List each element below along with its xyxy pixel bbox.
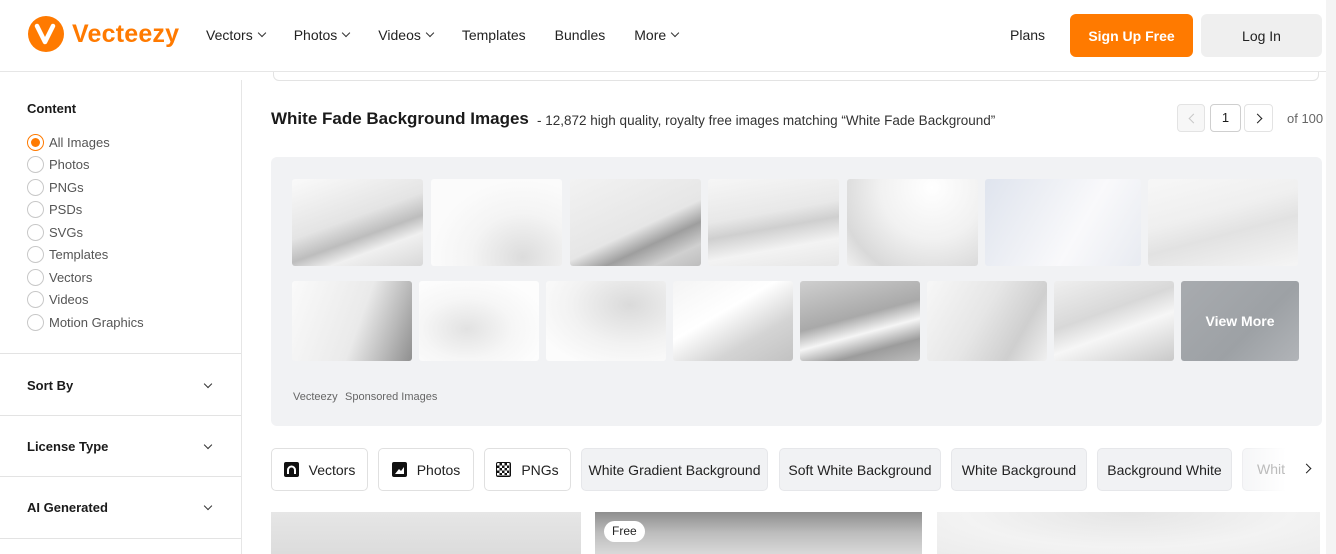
filter-photos[interactable]: Photos (27, 156, 89, 173)
divider (0, 415, 241, 416)
sponsored-thumbnail[interactable] (546, 281, 666, 361)
sponsored-thumbnail[interactable] (292, 179, 423, 266)
sponsored-thumbnail[interactable] (292, 281, 412, 361)
radio-icon[interactable] (27, 314, 44, 331)
chevron-left-icon (1188, 113, 1199, 124)
view-more-button[interactable]: View More (1181, 281, 1299, 361)
radio-icon[interactable] (27, 291, 44, 308)
nav-more[interactable]: More (634, 27, 680, 43)
truncated-chip-label: Whit (1257, 461, 1285, 477)
next-page-button[interactable] (1244, 104, 1273, 132)
radio-icon[interactable] (27, 179, 44, 196)
radio-checked-icon[interactable] (27, 134, 44, 151)
png-icon (496, 462, 512, 477)
top-header: Vecteezy Vectors Photos Videos Templates… (0, 0, 1336, 72)
nav-videos[interactable]: Videos (378, 27, 435, 43)
search-bar-edge[interactable] (273, 72, 1319, 81)
related-search-chip[interactable]: White Background (951, 448, 1087, 491)
page-total: of 100 (1287, 111, 1324, 126)
sponsored-thumbnail[interactable] (927, 281, 1047, 361)
filter-pngs[interactable]: PNGs (27, 179, 84, 196)
filter-videos[interactable]: Videos (27, 291, 89, 308)
result-thumbnail[interactable] (937, 512, 1320, 554)
page-scrollbar[interactable] (1326, 0, 1336, 554)
sort-by-toggle[interactable]: Sort By (27, 378, 73, 393)
related-search-chip[interactable]: Background White (1097, 448, 1232, 491)
ai-generated-toggle[interactable]: AI Generated (27, 500, 108, 515)
page-number-input[interactable]: 1 (1210, 104, 1241, 132)
sponsored-thumbnail[interactable] (847, 179, 978, 266)
related-search-chip[interactable]: Soft White Background (779, 448, 941, 491)
result-thumbnail[interactable] (271, 512, 581, 554)
results-count: - 12,872 high quality, royalty free imag… (537, 113, 996, 128)
nav-photos[interactable]: Photos (294, 27, 351, 43)
chevron-down-icon (670, 28, 680, 38)
license-type-toggle[interactable]: License Type (27, 439, 108, 454)
filter-svgs[interactable]: SVGs (27, 224, 83, 241)
free-badge: Free (604, 521, 645, 542)
logo[interactable]: Vecteezy (28, 16, 179, 52)
sign-up-button[interactable]: Sign Up Free (1070, 14, 1193, 57)
chip-vectors[interactable]: Vectors (271, 448, 368, 491)
chip-photos[interactable]: Photos (378, 448, 474, 491)
sponsored-thumbnail[interactable] (1054, 281, 1174, 361)
logo-text: Vecteezy (72, 19, 180, 48)
chevron-down-icon[interactable] (203, 379, 213, 389)
filter-sidebar: Content All Images Photos PNGs PSDs SVGs… (0, 80, 242, 554)
photo-icon (391, 462, 407, 477)
chevron-down-icon (342, 28, 351, 38)
chevron-down-icon[interactable] (203, 501, 213, 511)
radio-icon[interactable] (27, 224, 44, 241)
chevron-right-icon (1252, 113, 1263, 124)
nav-bundles[interactable]: Bundles (555, 27, 606, 43)
filter-all-images[interactable]: All Images (27, 134, 110, 151)
related-search-chip[interactable]: White Gradient Background (581, 448, 768, 491)
nav-templates[interactable]: Templates (462, 27, 526, 43)
radio-icon[interactable] (27, 156, 44, 173)
sponsored-thumbnail[interactable] (1148, 179, 1298, 266)
sponsor-brand[interactable]: Vecteezy (293, 391, 338, 403)
radio-icon[interactable] (27, 269, 44, 286)
filter-templates[interactable]: Templates (27, 246, 108, 263)
log-in-button[interactable]: Log In (1201, 14, 1322, 57)
content-filter-title: Content (27, 101, 77, 116)
sponsored-thumbnail[interactable] (985, 179, 1141, 266)
page-title: White Fade Background Images (271, 109, 529, 128)
prev-page-button[interactable] (1177, 104, 1205, 132)
filter-psds[interactable]: PSDs (27, 201, 82, 218)
chip-pngs[interactable]: PNGs (484, 448, 571, 491)
sponsored-label: Sponsored Images (345, 391, 438, 403)
main-nav: Vectors Photos Videos Templates Bundles … (206, 27, 707, 43)
divider (0, 476, 241, 477)
sponsored-thumbnail[interactable] (419, 281, 539, 361)
filter-motion-graphics[interactable]: Motion Graphics (27, 314, 144, 331)
chevron-down-icon (425, 28, 435, 38)
radio-icon[interactable] (27, 246, 44, 263)
nav-vectors[interactable]: Vectors (206, 27, 266, 43)
sponsored-thumbnail[interactable] (800, 281, 920, 361)
chevron-down-icon (257, 28, 266, 38)
sponsored-thumbnail[interactable] (708, 179, 839, 266)
sponsored-thumbnail[interactable] (673, 281, 793, 361)
divider (0, 353, 241, 354)
logo-mark-icon (28, 16, 64, 52)
radio-icon[interactable] (27, 201, 44, 218)
filter-vectors[interactable]: Vectors (27, 269, 92, 286)
vector-icon (283, 462, 299, 477)
sponsored-thumbnail[interactable] (570, 179, 701, 266)
sponsored-thumbnail[interactable] (431, 179, 562, 266)
divider (0, 538, 241, 539)
plans-link[interactable]: Plans (1010, 27, 1045, 43)
chevron-down-icon[interactable] (203, 440, 213, 450)
